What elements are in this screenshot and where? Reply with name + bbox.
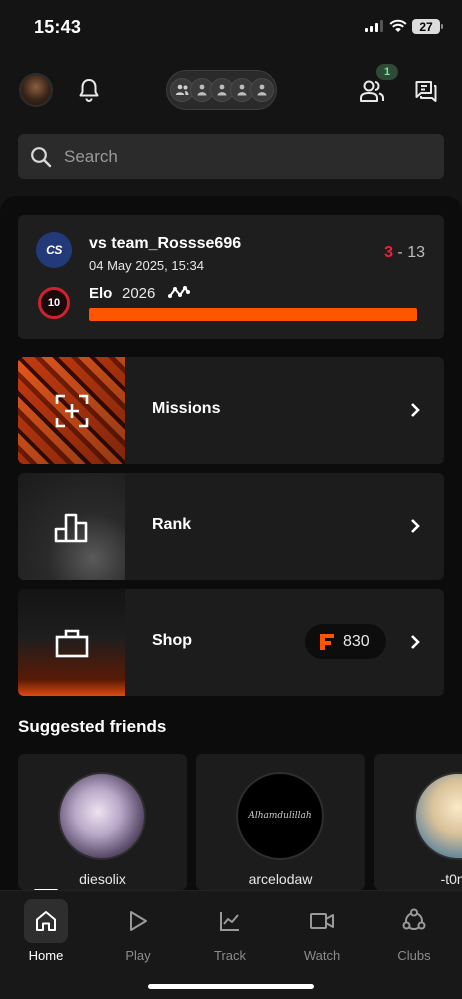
search-input[interactable]: Search (64, 147, 118, 167)
chevron-right-icon (411, 635, 420, 649)
tab-track[interactable]: Track (194, 899, 266, 969)
home-icon (24, 899, 68, 943)
clubs-icon (392, 899, 436, 943)
friend-name: -t0m1 (440, 871, 462, 887)
tab-play[interactable]: Play (102, 899, 174, 969)
bag-icon (55, 629, 88, 657)
faceit-points-icon (320, 633, 334, 650)
tab-label: Track (213, 948, 247, 963)
game-logo: CS (36, 232, 72, 268)
friend-name: diesolix (79, 871, 126, 887)
signal-icon (365, 20, 383, 32)
home-indicator (148, 984, 314, 989)
shop-label: Shop (152, 632, 192, 649)
trend-icon (168, 286, 190, 298)
chevron-right-icon (411, 403, 420, 417)
tab-label: Play (125, 948, 151, 963)
match-title: vs team_Rossse696 (89, 235, 242, 252)
notifications-button[interactable] (76, 77, 102, 103)
target-plus-icon (55, 394, 88, 427)
friend-card[interactable]: Alhamdulillah arcelodaw (196, 754, 365, 890)
elo-label: Elo (89, 285, 113, 302)
status-time: 15:43 (34, 17, 82, 37)
tab-watch[interactable]: Watch (286, 899, 358, 969)
bell-icon (79, 79, 99, 102)
party-slot-icon (249, 78, 274, 102)
party-slots[interactable] (166, 70, 277, 110)
elo-value: 2026 (122, 285, 156, 302)
rank-label: Rank (152, 516, 192, 533)
skill-level-badge: 10 (38, 287, 70, 319)
last-match-card[interactable]: CS vs team_Rossse696 04 May 2025, 15:34 … (18, 215, 444, 339)
play-icon (116, 899, 160, 943)
chat-icon (415, 81, 437, 102)
shop-thumbnail (18, 589, 125, 696)
video-icon (300, 899, 344, 943)
missions-card[interactable]: Missions (18, 357, 444, 464)
friend-avatar[interactable] (414, 772, 462, 860)
search-field[interactable]: Search (18, 134, 444, 179)
elo-progress-bar (89, 308, 417, 321)
friends-button[interactable] (358, 78, 386, 104)
friends-icon (360, 80, 384, 102)
score-separator: - (392, 244, 408, 261)
suggested-friends-title: Suggested friends (18, 717, 167, 736)
coin-balance[interactable]: 830 (305, 624, 386, 659)
elo-progress-fill (89, 308, 417, 321)
friend-card[interactable]: -t0m1 (374, 754, 462, 890)
rank-card[interactable]: Rank (18, 473, 444, 580)
tab-label: Home (28, 948, 64, 963)
avatar-text: Alhamdulillah (248, 811, 312, 821)
tab-clubs[interactable]: Clubs (378, 899, 450, 969)
score-opponent: 13 (407, 244, 425, 261)
coin-amount: 830 (343, 632, 370, 650)
score-own: 3 (384, 244, 393, 261)
friend-avatar[interactable] (58, 772, 146, 860)
chevron-right-icon (411, 519, 420, 533)
tab-label: Clubs (397, 948, 431, 963)
friend-card[interactable]: diesolix (18, 754, 187, 890)
shop-card[interactable]: Shop 830 (18, 589, 444, 696)
battery-icon: 27 (412, 19, 443, 34)
search-icon (31, 146, 52, 167)
missions-label: Missions (152, 400, 221, 417)
match-score: 3 - 13 (384, 244, 425, 262)
profile-avatar[interactable] (19, 73, 53, 107)
tab-label: Watch (303, 948, 341, 963)
chart-line-icon (208, 899, 252, 943)
friend-name: arcelodaw (248, 871, 313, 887)
rank-thumbnail (18, 473, 125, 580)
missions-thumbnail (18, 357, 125, 464)
bar-chart-icon (54, 513, 87, 542)
friend-avatar[interactable]: Alhamdulillah (236, 772, 324, 860)
tab-home[interactable]: Home (10, 899, 82, 969)
match-date: 04 May 2025, 15:34 (89, 258, 204, 273)
bottom-tab-bar: Home Play Track Watch Clubs (0, 890, 462, 999)
messages-button[interactable] (413, 78, 439, 104)
wifi-icon (389, 19, 407, 32)
status-bar: 15:43 27 (0, 0, 462, 56)
